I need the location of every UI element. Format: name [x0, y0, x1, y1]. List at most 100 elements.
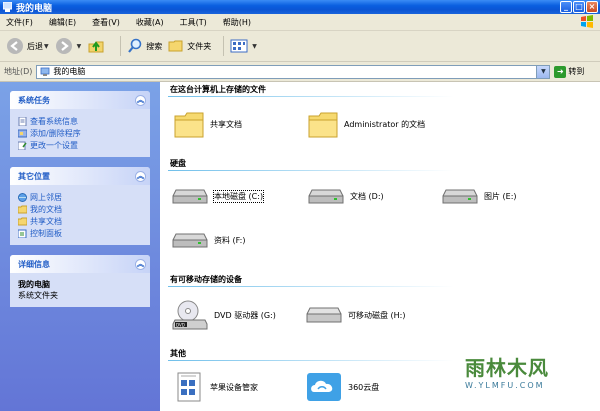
- group-divider: [168, 96, 454, 97]
- go-arrow-icon: ➜: [554, 65, 567, 78]
- collapse-icon[interactable]: ︽: [135, 170, 146, 182]
- hard-disk-icon: [172, 189, 208, 204]
- task-label: 查看系统信息: [30, 116, 78, 126]
- documents-folder-icon: [18, 205, 27, 213]
- shared-folder-icon: [18, 217, 27, 225]
- search-icon: [128, 38, 142, 53]
- dvd-drive-icon: DVD: [172, 300, 208, 330]
- folders-icon: [168, 40, 183, 52]
- settings-icon: [18, 141, 27, 150]
- menu-favorites[interactable]: 收藏(A): [136, 17, 164, 28]
- toolbar-separator: [120, 36, 122, 56]
- address-dropdown-button[interactable]: ▼: [536, 65, 550, 78]
- svg-text:DVD: DVD: [176, 323, 185, 328]
- go-button[interactable]: ➜ 转到: [554, 65, 584, 78]
- windows-logo-icon: [581, 15, 593, 28]
- chevron-down-icon[interactable]: ▼: [77, 43, 82, 50]
- menu-view[interactable]: 查看(V): [92, 17, 120, 28]
- group-title-hard-disks: 硬盘: [170, 159, 186, 168]
- item-shared-documents[interactable]: 共享文档: [174, 110, 242, 138]
- address-bar: 地址(D) 我的电脑 ▼ ➜ 转到: [0, 62, 600, 82]
- place-label: 我的文档: [30, 204, 62, 214]
- system-info-icon: [18, 116, 27, 126]
- place-my-documents[interactable]: 我的文档: [18, 203, 142, 215]
- folders-button[interactable]: 文件夹: [168, 38, 211, 54]
- forward-arrow-icon: [55, 38, 72, 54]
- task-label: 更改一个设置: [30, 140, 78, 150]
- other-places-header[interactable]: 其它位置 ︽: [10, 167, 150, 185]
- item-label: 资料 (F:): [214, 235, 246, 245]
- details-title: 详细信息: [18, 259, 50, 269]
- menu-tools[interactable]: 工具(T): [180, 17, 207, 28]
- back-arrow-icon: [7, 38, 23, 54]
- item-drive-c[interactable]: 本地磁盘 (C:): [172, 186, 265, 206]
- place-network[interactable]: 网上邻居: [18, 191, 142, 203]
- network-icon: [18, 192, 27, 202]
- item-admin-documents[interactable]: Administrator 的文档: [308, 110, 434, 138]
- back-button[interactable]: 后退 ▼: [6, 37, 49, 55]
- item-dvd-drive[interactable]: DVD DVD 驱动器 (G:): [172, 300, 276, 330]
- toolbar: 后退 ▼ ▼ 搜索 文件夹 ▼: [0, 31, 600, 62]
- removable-disk-icon: [306, 307, 342, 323]
- task-add-remove-programs[interactable]: 添加/删除程序: [18, 127, 142, 139]
- details-type: 系统文件夹: [18, 291, 58, 300]
- item-label: 共享文档: [210, 119, 242, 129]
- up-button[interactable]: [87, 37, 108, 55]
- address-input[interactable]: 我的电脑 ▼: [36, 64, 551, 79]
- folder-icon: [308, 112, 338, 138]
- watermark-url: W.YLMFU.COM: [465, 381, 545, 390]
- search-button[interactable]: 搜索: [127, 38, 162, 54]
- menu-file[interactable]: 文件(F): [6, 17, 33, 28]
- chevron-down-icon[interactable]: ▼: [44, 43, 49, 50]
- item-apple-device-manager[interactable]: 苹果设备管家: [176, 372, 258, 402]
- menu-edit[interactable]: 编辑(E): [49, 17, 76, 28]
- group-divider: [168, 360, 454, 361]
- details-panel: 详细信息 ︽ 我的电脑 系统文件夹: [10, 255, 150, 307]
- control-panel-icon: [18, 229, 27, 238]
- task-view-system-info[interactable]: 查看系统信息: [18, 115, 142, 127]
- chevron-down-icon[interactable]: ▼: [252, 43, 257, 50]
- item-label: 苹果设备管家: [210, 382, 258, 392]
- item-drive-e[interactable]: 图片 (E:): [442, 186, 517, 206]
- item-label: Administrator 的文档: [344, 119, 426, 129]
- menu-help[interactable]: 帮助(H): [223, 17, 251, 28]
- address-value: 我的电脑: [53, 67, 86, 76]
- item-label: 360云盘: [348, 382, 380, 392]
- folder-up-icon: [88, 41, 104, 53]
- place-shared-documents[interactable]: 共享文档: [18, 215, 142, 227]
- group-title-other: 其他: [170, 349, 186, 358]
- task-change-setting[interactable]: 更改一个设置: [18, 139, 142, 151]
- collapse-icon[interactable]: ︽: [135, 258, 146, 270]
- hard-disk-icon: [308, 189, 344, 204]
- hard-disk-icon: [442, 189, 478, 204]
- group-title-stored-files: 在这台计算机上存储的文件: [170, 85, 266, 94]
- task-label: 添加/删除程序: [30, 128, 81, 138]
- group-title-removable: 有可移动存储的设备: [170, 275, 242, 284]
- minimize-button[interactable]: _: [560, 1, 572, 13]
- task-pane: 系统任务 ︽ 查看系统信息 添加/删除程序 更改一个设置 其它位置 ︽ 网上邻居…: [0, 82, 160, 411]
- item-drive-d[interactable]: 文档 (D:): [308, 186, 384, 206]
- item-removable-disk[interactable]: 可移动磁盘 (H:): [306, 304, 406, 326]
- place-control-panel[interactable]: 控制面板: [18, 227, 142, 239]
- place-label: 控制面板: [30, 228, 62, 238]
- my-computer-icon: [3, 2, 12, 12]
- item-360-cloud[interactable]: 360云盘: [306, 372, 379, 402]
- forward-button[interactable]: ▼: [55, 37, 82, 55]
- title-bar[interactable]: 我的电脑 _ □ ×: [0, 0, 600, 14]
- item-drive-f[interactable]: 资料 (F:): [172, 230, 245, 250]
- menu-bar: 文件(F) 编辑(E) 查看(V) 收藏(A) 工具(T) 帮助(H): [0, 14, 600, 31]
- watermark: 雨林木风 W.YLMFU.COM: [465, 352, 597, 408]
- toolbar-separator: [223, 36, 225, 56]
- item-label: 本地磁盘 (C:): [212, 189, 265, 203]
- details-header[interactable]: 详细信息 ︽: [10, 255, 150, 273]
- details-name: 我的电脑: [18, 280, 50, 289]
- search-label: 搜索: [146, 41, 163, 51]
- close-button[interactable]: ×: [586, 1, 598, 13]
- collapse-icon[interactable]: ︽: [135, 94, 146, 106]
- back-label: 后退: [27, 41, 43, 51]
- system-tasks-header[interactable]: 系统任务 ︽: [10, 91, 150, 109]
- views-button[interactable]: ▼: [230, 39, 257, 53]
- group-divider: [168, 170, 454, 171]
- item-label: DVD 驱动器 (G:): [214, 310, 276, 320]
- maximize-button[interactable]: □: [573, 1, 585, 13]
